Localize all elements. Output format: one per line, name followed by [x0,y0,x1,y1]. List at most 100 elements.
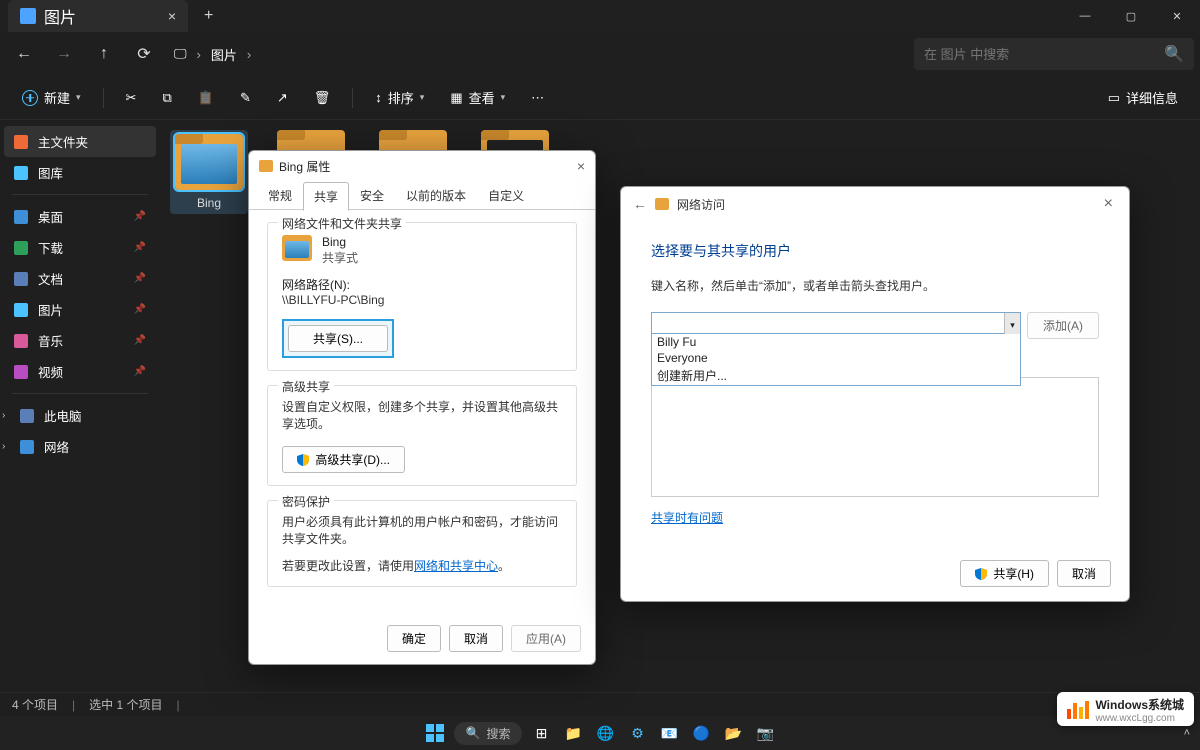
search-input[interactable] [924,47,1158,62]
pin-icon: 📌 [134,273,146,284]
task-view-button[interactable]: ⊞ [528,720,554,746]
breadcrumb[interactable]: 🖵 › 图片 › [174,45,251,64]
navigation-pane: 主文件夹 图库 桌面 📌 下载 📌 文档 📌 图片 📌 音 [0,120,160,692]
new-button[interactable]: 新建 ▾ [14,84,89,111]
sidebar-item-network[interactable]: › 网络 [4,431,156,462]
view-button[interactable]: ▦ 查看 ▾ [442,84,513,111]
tab-general[interactable]: 常规 [257,181,303,210]
folder-item[interactable]: Bing [170,130,248,214]
chevron-up-icon[interactable]: ˄ [1184,727,1190,739]
search-icon: 🔍 [466,726,481,740]
tab-sharing[interactable]: 共享 [303,182,349,211]
taskbar-search[interactable]: 🔍 搜索 [454,722,523,745]
explorer-tab[interactable]: 图片 × [8,0,188,32]
share-confirm-button[interactable]: 共享(H) [960,560,1049,587]
delete-button[interactable]: 🗑 [306,86,339,110]
cancel-button[interactable]: 取消 [1057,560,1111,587]
refresh-button[interactable]: ⟳ [126,36,162,72]
close-window-button[interactable]: ✕ [1154,0,1200,32]
apply-button[interactable]: 应用(A) [511,625,581,652]
taskbar-tray[interactable]: ˄ [1184,727,1190,739]
dropdown-option[interactable]: Everyone [652,350,1020,366]
tab-security[interactable]: 安全 [349,181,395,210]
sidebar-item-music[interactable]: 音乐 📌 [4,325,156,356]
shared-users-list[interactable] [651,377,1099,497]
details-pane-button[interactable]: ▭ 详细信息 [1100,84,1186,111]
breadcrumb-item[interactable]: 图片 [211,45,237,64]
sidebar-item-gallery[interactable]: 图库 [4,157,156,188]
window-titlebar: 图片 × + — ▢ ✕ [0,0,1200,32]
tab-previous-versions[interactable]: 以前的版本 [395,181,477,210]
taskbar-app[interactable]: 📷 [752,720,778,746]
dialog-titlebar[interactable]: Bing 属性 × [249,151,595,181]
tab-panel-sharing: 网络文件和文件夹共享 Bing 共享式 网络路径(N): \\BILLYFU-P… [249,210,595,613]
home-icon [14,135,28,149]
back-button[interactable]: ← [633,196,647,212]
pwd-line1: 用户必须具有此计算机的用户帐户和密码，才能访问共享文件夹。 [282,513,562,547]
chevron-right-icon: › [247,47,251,62]
share-button[interactable]: 共享(S)... [288,325,388,352]
sort-icon: ↕ [375,90,382,105]
taskbar-app[interactable]: 🔵 [688,720,714,746]
navigation-bar: ← → ↑ ⟳ 🖵 › 图片 › 🔍 [0,32,1200,76]
sidebar-item-downloads[interactable]: 下载 📌 [4,232,156,263]
plus-icon [22,90,38,106]
taskbar: 🔍 搜索 ⊞ 📁 🌐 ⚙ 📧 🔵 📂 📷 ˄ [0,716,1200,750]
folder-icon [282,235,312,261]
sidebar-item-pictures[interactable]: 图片 📌 [4,294,156,325]
cancel-button[interactable]: 取消 [449,625,503,652]
watermark-url: www.wxcLgg.com [1095,713,1184,724]
close-tab-icon[interactable]: × [168,8,176,24]
more-button[interactable]: ⋯ [523,86,552,110]
up-button[interactable]: ↑ [86,36,122,72]
sidebar-item-thispc[interactable]: › 此电脑 [4,400,156,431]
dropdown-option[interactable]: Billy Fu [652,334,1020,350]
video-icon [14,365,28,379]
paste-button[interactable]: 📋 [190,86,222,110]
user-input[interactable] [651,312,1021,334]
minimize-button[interactable]: — [1062,0,1108,32]
properties-tabs: 常规 共享 安全 以前的版本 自定义 [249,181,595,210]
group-title: 高级共享 [278,378,334,395]
download-icon [14,241,28,255]
taskbar-app[interactable]: ⚙ [624,720,650,746]
taskbar-app[interactable]: 📂 [720,720,746,746]
more-icon: ⋯ [531,90,544,106]
copy-button[interactable]: ⧉ [154,86,179,110]
ok-button[interactable]: 确定 [387,625,441,652]
item-count: 4 个项目 [12,696,58,713]
rename-button[interactable]: ✎ [232,86,259,110]
search-box[interactable]: 🔍 [914,38,1194,70]
start-button[interactable] [422,720,448,746]
add-button[interactable]: 添加(A) [1027,312,1099,339]
cut-button[interactable]: ✂ [118,86,145,110]
close-icon[interactable]: × [577,158,585,174]
trouble-sharing-link[interactable]: 共享时有问题 [651,511,723,525]
pin-icon: 📌 [134,211,146,222]
sidebar-item-desktop[interactable]: 桌面 📌 [4,201,156,232]
forward-button[interactable]: → [46,36,82,72]
back-button[interactable]: ← [6,36,42,72]
dialog-heading: 选择要与其共享的用户 [651,241,1099,261]
share-button[interactable]: ↗ [269,86,296,110]
watermark: Windows系统城 www.wxcLgg.com [1057,692,1194,726]
maximize-button[interactable]: ▢ [1108,0,1154,32]
taskbar-app[interactable]: 🌐 [592,720,618,746]
sidebar-item-videos[interactable]: 视频 📌 [4,356,156,387]
taskbar-app[interactable]: 📁 [560,720,586,746]
sidebar-item-documents[interactable]: 文档 📌 [4,263,156,294]
user-combobox[interactable]: ▾ Billy Fu Everyone 创建新用户... [651,312,1021,339]
network-center-link[interactable]: 网络和共享中心 [414,559,498,573]
dropdown-option[interactable]: 创建新用户... [652,366,1020,385]
close-icon[interactable]: × [1100,195,1117,213]
sidebar-item-home[interactable]: 主文件夹 [4,126,156,157]
sort-button[interactable]: ↕ 排序 ▾ [367,84,432,111]
new-tab-button[interactable]: + [196,3,221,29]
tab-customize[interactable]: 自定义 [477,181,535,210]
advanced-share-button[interactable]: 高级共享(D)... [282,446,405,473]
dialog-hint: 键入名称，然后单击“添加”，或者单击箭头查找用户。 [651,277,1099,294]
details-icon: ▭ [1108,90,1120,106]
pin-icon: 📌 [134,304,146,315]
pwd-line2b: 。 [498,559,510,573]
taskbar-app[interactable]: 📧 [656,720,682,746]
